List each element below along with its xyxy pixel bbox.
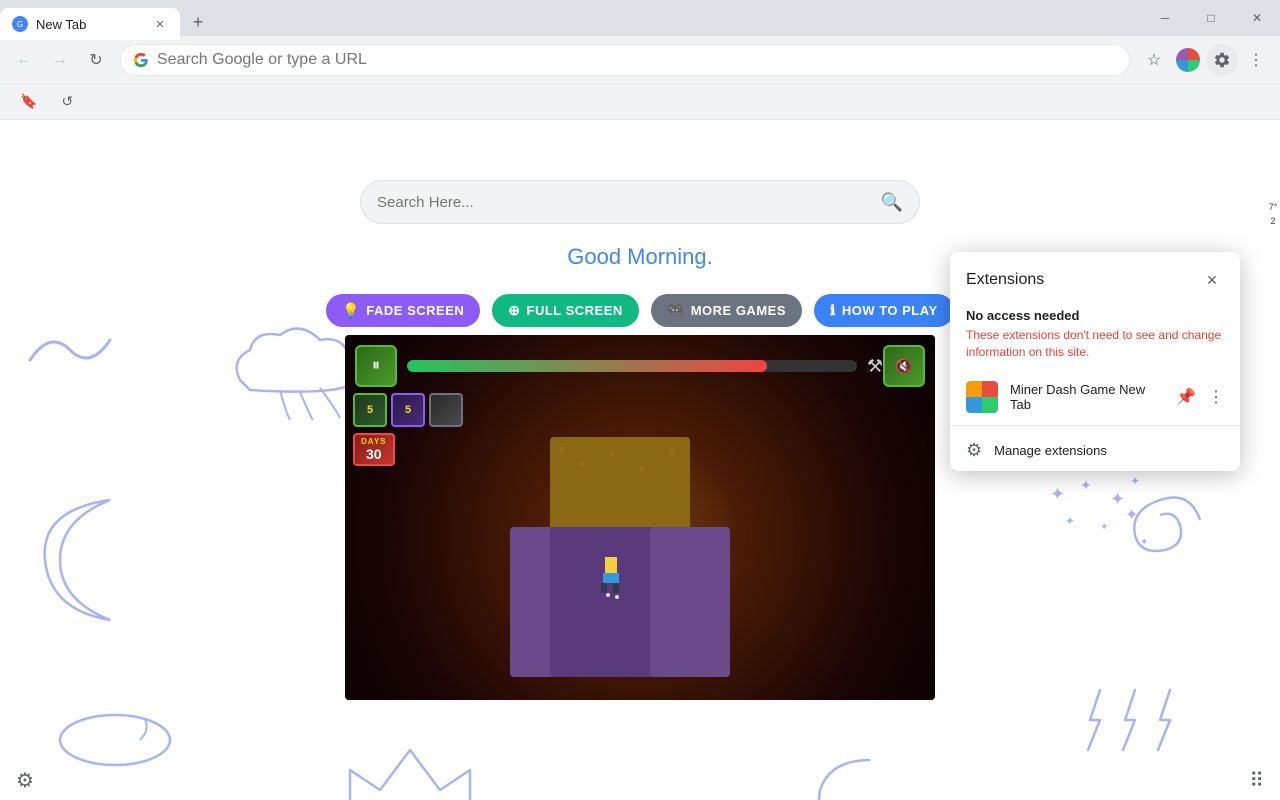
active-tab[interactable]: G New Tab ✕: [0, 8, 180, 40]
manage-extensions-gear-icon: ⚙: [966, 440, 982, 461]
bottom-bar: ⚙ ⠿: [0, 760, 1280, 800]
extensions-panel-header: Extensions ✕: [950, 252, 1240, 300]
inventory-slot-2[interactable]: 5: [391, 393, 425, 427]
manage-extensions-item[interactable]: ⚙ Manage extensions: [950, 430, 1240, 471]
window-controls: ─ □ ✕: [1142, 0, 1280, 36]
extensions-panel-title: Extensions: [966, 271, 1044, 289]
extensions-icon: [1176, 48, 1200, 72]
extensions-panel-close-button[interactable]: ✕: [1200, 268, 1224, 292]
how-to-play-button[interactable]: ℹ HOW TO PLAY: [814, 294, 954, 327]
toolbar-icons: ☆ ⋮: [1138, 44, 1272, 76]
info-icon: ℹ: [830, 302, 836, 319]
games-icon: 🎮: [667, 302, 685, 319]
close-button[interactable]: ✕: [1234, 0, 1280, 36]
minimize-button[interactable]: ─: [1142, 0, 1188, 36]
back-button[interactable]: ←: [8, 44, 40, 76]
no-access-desc: These extensions don't need to see and c…: [950, 327, 1240, 373]
tab-favicon: G: [12, 16, 28, 32]
greeting-text: Good Morning.: [567, 244, 713, 270]
maximize-button[interactable]: □: [1188, 0, 1234, 36]
content-area: ✦ ✦ ✦ ✦ ✦ ✦ ✦ ✦: [0, 120, 1280, 800]
inventory-slot-3[interactable]: [429, 393, 463, 427]
extension-item-icon: [966, 381, 998, 413]
days-badge: DAYS 30: [353, 433, 395, 466]
toolbar: ← → ↻ ☆ ⋮: [0, 36, 1280, 84]
hp-fill: [407, 360, 767, 372]
extension-item-name: Miner Dash Game New Tab: [1010, 382, 1164, 412]
gear-icon: [1213, 51, 1231, 69]
apps-icon-button[interactable]: ⠿: [1249, 768, 1264, 793]
game-inventory: 5 5: [353, 393, 463, 427]
reload-button[interactable]: ↻: [80, 44, 112, 76]
extension-icon-image: [966, 381, 998, 413]
more-games-button[interactable]: 🎮 MORE GAMES: [651, 294, 802, 327]
game-mute-button[interactable]: 🔇: [883, 345, 925, 387]
pickaxe-icon: ⚒: [867, 356, 883, 377]
game-hp-bar: [407, 360, 857, 372]
tab-strip: G New Tab ✕ +: [0, 0, 1142, 36]
fade-icon: 💡: [342, 302, 360, 319]
game-scene: [345, 335, 935, 700]
extension-menu-button[interactable]: ⋮: [1208, 387, 1224, 407]
fade-screen-button[interactable]: 💡 FADE SCREEN: [326, 294, 480, 327]
gear-icon-button[interactable]: [1206, 44, 1238, 76]
address-input[interactable]: [157, 51, 1117, 69]
browser-frame: G New Tab ✕ + ─ □ ✕ ← → ↻ ☆: [0, 0, 1280, 800]
google-icon: [133, 52, 149, 68]
bookmark-icon: 🔖: [20, 93, 37, 110]
game-top-bar: ⏸ ⚒ 🔇: [345, 345, 935, 387]
address-bar[interactable]: [120, 44, 1130, 76]
extensions-panel: Extensions ✕ No access needed These exte…: [950, 252, 1240, 471]
dirt-cross: [510, 437, 730, 677]
history-icon: ↺: [61, 93, 73, 110]
full-screen-button[interactable]: ⊕ FULL SCREEN: [492, 294, 639, 327]
extension-item[interactable]: Miner Dash Game New Tab 📌 ⋮: [950, 373, 1240, 421]
fullscreen-icon: ⊕: [508, 302, 520, 319]
reading-list-button[interactable]: 🔖: [12, 89, 45, 114]
settings-icon-button[interactable]: ⚙: [16, 768, 34, 793]
title-bar: G New Tab ✕ + ─ □ ✕: [0, 0, 1280, 36]
history-button[interactable]: ↺: [53, 89, 81, 114]
pin-extension-button[interactable]: 📌: [1176, 387, 1196, 407]
hp-track: [407, 360, 857, 372]
divider: [950, 425, 1240, 426]
tab-title: New Tab: [36, 17, 144, 32]
scroll-indicator: 7° 2: [1266, 200, 1280, 229]
inventory-slot-1[interactable]: 5: [353, 393, 387, 427]
tab-close-btn[interactable]: ✕: [152, 16, 168, 32]
game-canvas[interactable]: ⏸ ⚒ 🔇: [345, 335, 935, 700]
pause-icon: ⏸: [372, 357, 380, 375]
search-container: 🔍: [360, 180, 920, 224]
chrome-menu-button[interactable]: ⋮: [1240, 44, 1272, 76]
game-pause-button[interactable]: ⏸: [355, 345, 397, 387]
bookmark-star-button[interactable]: ☆: [1138, 44, 1170, 76]
game-controls: 💡 FADE SCREEN ⊕ FULL SCREEN 🎮 MORE GAMES…: [326, 294, 953, 327]
search-icon: 🔍: [881, 192, 903, 213]
new-tab-button[interactable]: +: [184, 8, 212, 36]
search-input[interactable]: [377, 194, 873, 211]
bookmarks-bar: 🔖 ↺: [0, 84, 1280, 120]
manage-extensions-label: Manage extensions: [994, 443, 1107, 458]
mute-icon: 🔇: [895, 358, 912, 375]
forward-button[interactable]: →: [44, 44, 76, 76]
no-access-title: No access needed: [950, 300, 1240, 327]
extensions-icon-button[interactable]: [1172, 44, 1204, 76]
search-bar[interactable]: 🔍: [360, 180, 920, 224]
